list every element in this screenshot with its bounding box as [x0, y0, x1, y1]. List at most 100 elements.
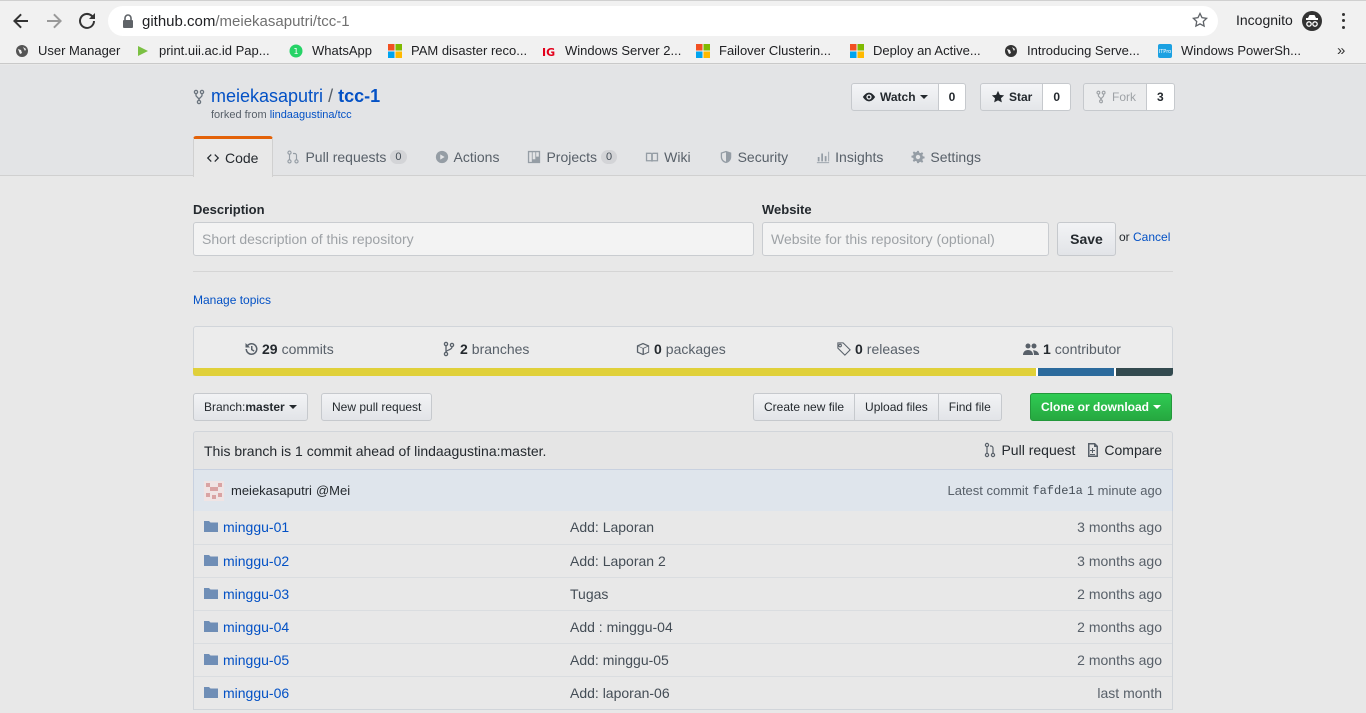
compare-link[interactable]: Compare: [1087, 442, 1162, 458]
bookmark-item[interactable]: Failover Clusterin...: [696, 43, 831, 58]
clone-or-download-button[interactable]: Clone or download: [1030, 393, 1172, 421]
forward-arrow-icon[interactable]: [42, 9, 66, 33]
folder-icon: [204, 621, 218, 632]
watch-button[interactable]: Watch: [851, 83, 939, 111]
commit-message-link[interactable]: Add : minggu-04: [570, 619, 673, 635]
manage-topics-link[interactable]: Manage topics: [193, 293, 271, 307]
website-input[interactable]: Website for this repository (optional): [762, 222, 1049, 256]
commit-age: 3 months ago: [1077, 553, 1162, 569]
bookmark-item[interactable]: User Manager: [15, 43, 120, 58]
tab-settings[interactable]: Settings: [898, 136, 996, 176]
tab-insights[interactable]: Insights: [803, 136, 898, 176]
branch-select-button[interactable]: Branch: master: [193, 393, 308, 421]
find-file-button[interactable]: Find file: [938, 393, 1002, 421]
ig-icon: IG: [542, 44, 556, 59]
bookmark-item[interactable]: Deploy an Active...: [850, 43, 981, 58]
microsoft-icon: [696, 43, 710, 58]
bookmark-item[interactable]: ITPro Windows PowerSh...: [1158, 43, 1301, 58]
fork-count[interactable]: 3: [1147, 83, 1175, 111]
website-label: Website: [762, 202, 812, 217]
itpro-icon: ITPro: [1158, 43, 1172, 58]
commit-message-link[interactable]: Add: Laporan: [570, 519, 654, 535]
language-bar[interactable]: [193, 368, 1173, 376]
file-list: minggu-01 Add: Laporan 3 months ago ming…: [193, 511, 1173, 710]
commit-author-link[interactable]: meiekasaputri: [231, 483, 312, 498]
star-button[interactable]: Star: [980, 83, 1044, 111]
bookmark-item[interactable]: print.uii.ac.id Pap...: [136, 43, 270, 58]
forked-from-text: forked from lindaagustina/tcc: [211, 109, 352, 121]
commit-message-link[interactable]: Add: laporan-06: [570, 685, 670, 701]
incognito-icon[interactable]: [1302, 11, 1322, 31]
branch-icon: [443, 341, 455, 357]
play-icon: [435, 150, 448, 163]
file-name-link[interactable]: minggu-05: [223, 652, 289, 668]
create-new-file-button[interactable]: Create new file: [753, 393, 856, 421]
commit-message-link[interactable]: Add: Laporan 2: [570, 553, 666, 569]
bookmark-item[interactable]: 1 WhatsApp: [289, 43, 372, 58]
commit-message-link[interactable]: Add: minggu-05: [570, 652, 669, 668]
star-count[interactable]: 0: [1043, 83, 1072, 111]
commits-link[interactable]: 29 commits: [244, 341, 334, 357]
bookmark-item[interactable]: PAM disaster reco...: [388, 43, 527, 58]
microsoft-icon: [850, 43, 864, 58]
watch-count[interactable]: 0: [938, 83, 967, 111]
description-input[interactable]: Short description of this repository: [193, 222, 754, 256]
fork-button[interactable]: Fork: [1083, 83, 1147, 111]
commit-sha-link[interactable]: fafde1a: [1032, 484, 1082, 498]
packages-link[interactable]: 0 packages: [636, 341, 726, 357]
language-bar-segment[interactable]: [1035, 368, 1115, 376]
file-name-link[interactable]: minggu-03: [223, 586, 289, 602]
branches-link[interactable]: 2 branches: [442, 341, 529, 357]
diff-icon: [1088, 443, 1099, 457]
releases-link[interactable]: 0 releases: [837, 341, 920, 357]
list-item: minggu-05 Add: minggu-05 2 months ago: [194, 643, 1172, 676]
upload-files-button[interactable]: Upload files: [855, 393, 939, 421]
file-name-link[interactable]: minggu-04: [223, 619, 289, 635]
commit-message-link[interactable]: Tugas: [570, 586, 608, 602]
svg-text:IG: IG: [542, 46, 555, 58]
tab-projects[interactable]: Projects 0: [514, 136, 632, 176]
graph-icon: [817, 151, 830, 163]
tab-security[interactable]: Security: [706, 136, 804, 176]
forked-source-link[interactable]: lindaagustina/tcc: [270, 109, 352, 121]
pull-request-link[interactable]: Pull request: [984, 442, 1075, 458]
eye-icon: [862, 92, 876, 102]
file-name-link[interactable]: minggu-01: [223, 519, 289, 535]
save-button[interactable]: Save: [1057, 222, 1116, 256]
folder-icon: [204, 588, 218, 599]
cancel-link[interactable]: Cancel: [1133, 230, 1170, 244]
star-group: Star 0: [980, 83, 1072, 112]
list-item: minggu-01 Add: Laporan 3 months ago: [194, 511, 1172, 544]
bookmark-star-icon[interactable]: [1191, 11, 1209, 28]
file-name-link[interactable]: minggu-02: [223, 553, 289, 569]
fork-icon: [1096, 90, 1106, 104]
code-icon: [206, 154, 220, 162]
folder-icon: [204, 555, 218, 566]
tab-actions[interactable]: Actions: [422, 136, 515, 176]
reload-icon[interactable]: [75, 9, 99, 33]
back-arrow-icon[interactable]: [9, 9, 33, 33]
address-bar[interactable]: github.com/meiekasaputri/tcc-1: [108, 6, 1218, 36]
commit-meta: Latest commit fafde1a 1 minute ago: [947, 483, 1162, 498]
commit-message[interactable]: @Mei: [316, 483, 350, 498]
repo-forked-icon: [193, 89, 205, 105]
contributors-link[interactable]: 1 contributor: [1023, 341, 1121, 357]
bookmarks-more-button[interactable]: »: [1337, 42, 1345, 59]
file-name-link[interactable]: minggu-06: [223, 685, 289, 701]
repo-name-link[interactable]: tcc-1: [338, 86, 380, 107]
repo-owner-link[interactable]: meiekasaputri: [211, 86, 323, 107]
whatsapp-icon: 1: [289, 44, 303, 58]
tab-wiki[interactable]: Wiki: [632, 136, 705, 176]
tab-code[interactable]: Code: [193, 136, 274, 177]
bookmark-item[interactable]: Introducing Serve...: [1004, 43, 1140, 58]
browser-menu-icon[interactable]: [1336, 11, 1350, 31]
bookmark-item[interactable]: IG Windows Server 2...: [542, 43, 681, 59]
new-pull-request-button[interactable]: New pull request: [321, 393, 433, 421]
avatar[interactable]: [204, 480, 224, 501]
folder-icon: [204, 687, 218, 698]
commit-age: 2 months ago: [1077, 619, 1162, 635]
tab-pull-requests[interactable]: Pull requests 0: [273, 136, 421, 176]
language-bar-segment[interactable]: [193, 368, 1036, 376]
new-pr-group: New pull request: [321, 393, 433, 421]
language-bar-segment[interactable]: [1114, 368, 1173, 376]
